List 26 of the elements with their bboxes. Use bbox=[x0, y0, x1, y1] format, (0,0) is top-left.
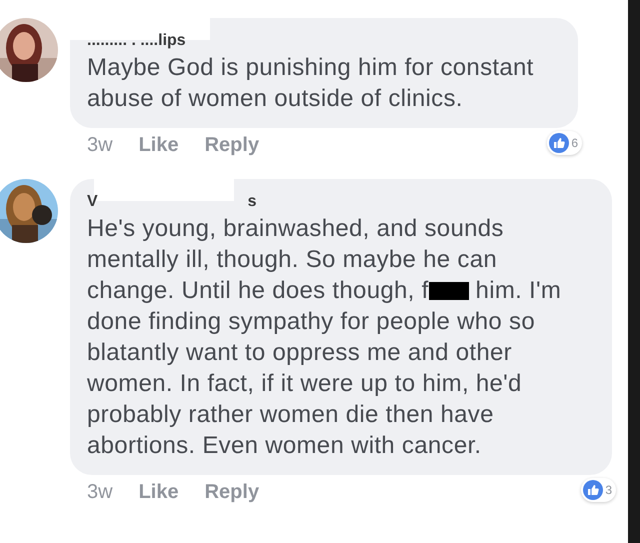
thumbs-up-icon bbox=[549, 133, 570, 153]
comment-text: abortions. Even women with cancer. bbox=[87, 431, 482, 461]
reaction-count: 3 bbox=[605, 483, 612, 497]
author-name[interactable]: V bbox=[87, 191, 98, 213]
timestamp: 3w bbox=[87, 481, 113, 504]
comment-text: He's young, brainwashed, and sounds bbox=[87, 214, 504, 244]
comment-text: probably rather women die then have bbox=[87, 400, 494, 430]
timestamp: 3w bbox=[87, 134, 113, 157]
reaction-badge[interactable]: 6 bbox=[547, 131, 582, 155]
comment-text: abuse of women outside of clinics. bbox=[87, 84, 463, 114]
comment-text: blatantly want to oppress me and other bbox=[87, 338, 512, 368]
comment-text: him. I'm bbox=[476, 276, 562, 306]
like-link[interactable]: Like bbox=[138, 481, 179, 504]
author-name[interactable]: s bbox=[248, 191, 257, 213]
author-name[interactable]: ......... . ....lips bbox=[87, 30, 186, 52]
comment-text: change. Until he does though, f bbox=[87, 276, 429, 306]
comment-text: done finding sympathy for people who so bbox=[87, 307, 535, 337]
reaction-count: 6 bbox=[571, 136, 578, 150]
comment-text: Maybe God is punishing him for constant bbox=[87, 53, 534, 83]
reply-link[interactable]: Reply bbox=[204, 134, 260, 157]
comment-text: mentally ill, though. So maybe he can bbox=[87, 245, 497, 275]
reply-link[interactable]: Reply bbox=[204, 481, 260, 504]
thumbs-up-icon bbox=[583, 480, 604, 500]
reaction-badge[interactable]: 3 bbox=[581, 478, 616, 502]
like-link[interactable]: Like bbox=[138, 134, 179, 157]
comment-text: women. In fact, if it were up to him, he'd bbox=[87, 369, 522, 399]
